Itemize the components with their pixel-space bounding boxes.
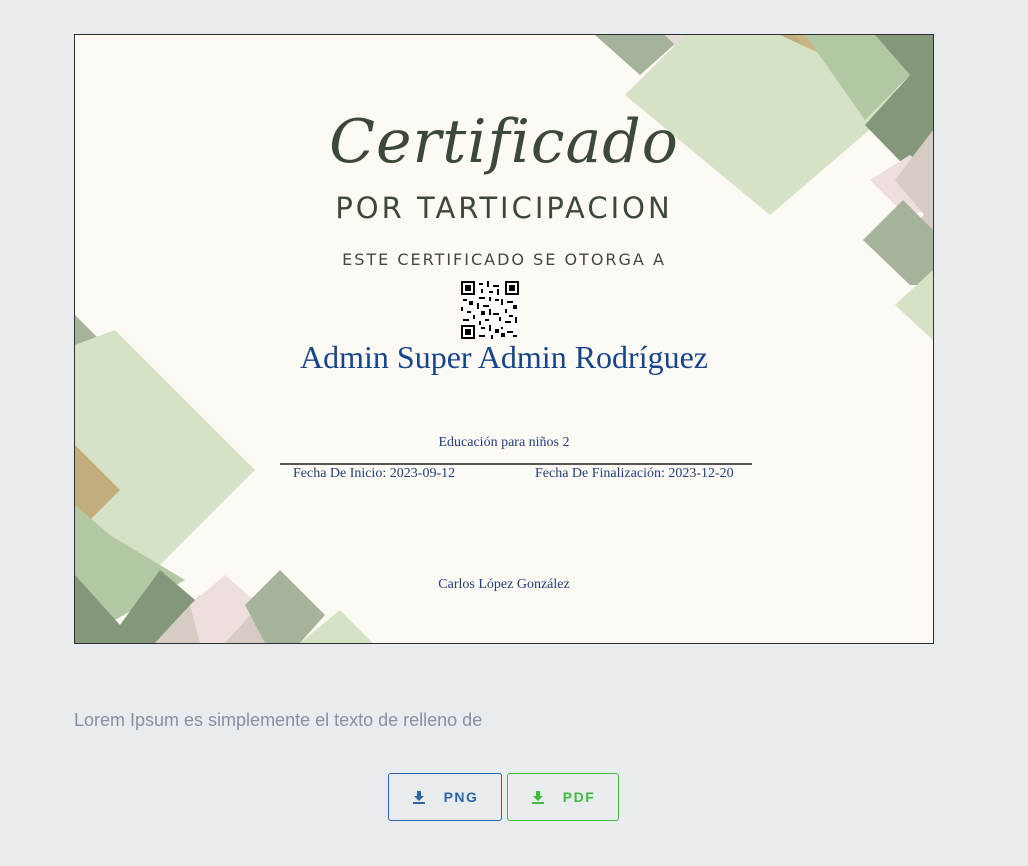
start-date: Fecha De Inicio: 2023-09-12 — [293, 466, 456, 481]
download-icon — [412, 791, 425, 804]
download-pdf-button[interactable]: PDF — [507, 773, 619, 821]
recipient-name: Admin Super Admin Rodríguez — [300, 339, 708, 375]
certificate-subtitle: POR TARTICIPACION — [335, 191, 673, 225]
award-statement: ESTE CERTIFICADO SE OTORGA A — [342, 250, 666, 269]
download-png-button[interactable]: PNG — [388, 773, 502, 821]
qr-code — [461, 281, 519, 339]
description-text: Lorem Ipsum es simplemente el texto de r… — [74, 710, 483, 730]
png-button-label: PNG — [443, 789, 479, 805]
pdf-button-label: PDF — [562, 789, 596, 805]
divider-line — [280, 463, 752, 465]
certificate-preview: Certificado POR TARTICIPACION ESTE CERTI… — [74, 34, 934, 644]
download-icon — [531, 791, 544, 804]
end-date: Fecha De Finalización: 2023-12-20 — [535, 466, 734, 481]
certificate-script-title: Certificado — [329, 107, 679, 177]
course-name: Educación para niños 2 — [438, 435, 570, 450]
signer-name: Carlos López González — [438, 577, 570, 592]
